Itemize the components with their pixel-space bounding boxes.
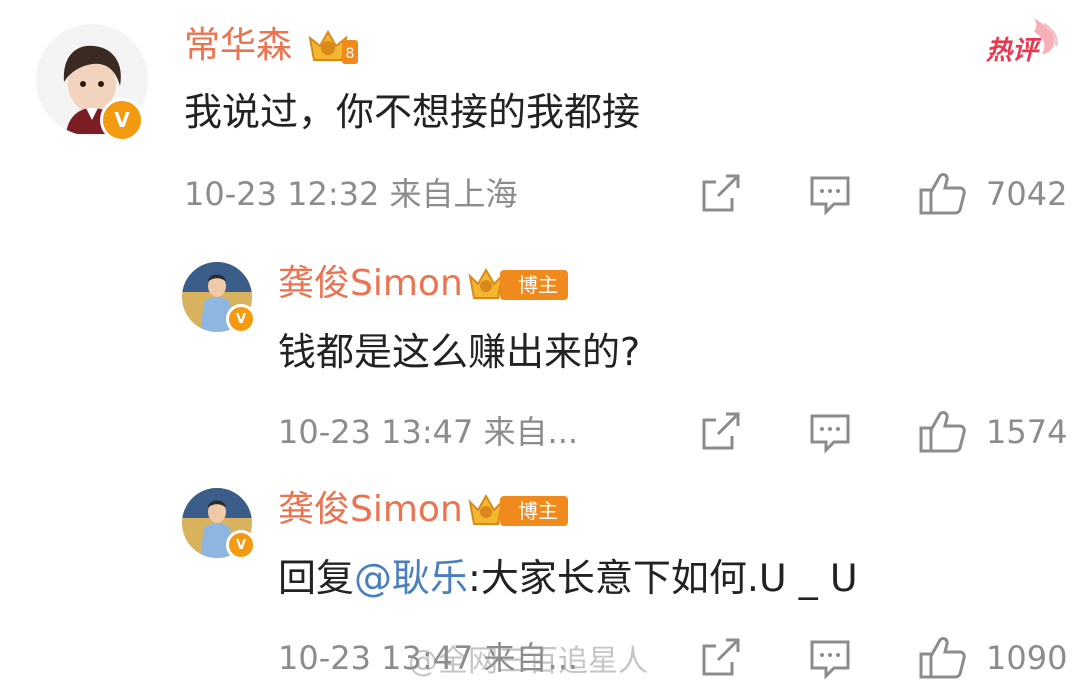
reply-time: 10-23 13:47 bbox=[278, 413, 474, 451]
watermark: @全网三百追星人 bbox=[408, 644, 648, 679]
reply-text: 回复@耿乐:大家长意下如何.ᑌ _ ᑌ bbox=[278, 556, 858, 600]
mention-link[interactable]: @耿乐 bbox=[354, 556, 468, 600]
like-icon[interactable] bbox=[918, 170, 966, 216]
comment-text: 我说过，你不想接的我都接 bbox=[184, 90, 641, 134]
reply-username[interactable]: 龚俊Simon bbox=[278, 490, 463, 530]
reply-username[interactable]: 龚俊Simon bbox=[278, 264, 463, 304]
share-icon[interactable] bbox=[698, 410, 742, 454]
share-icon[interactable] bbox=[698, 636, 742, 680]
crown-icon: 8 bbox=[308, 29, 358, 64]
reply-text: 钱都是这么赚出来的? bbox=[278, 330, 641, 374]
comment-location: 来自上海 bbox=[389, 175, 518, 213]
like-count: 1574 bbox=[986, 413, 1068, 451]
svg-text:8: 8 bbox=[346, 46, 355, 62]
reply-body: :大家长意下如何.ᑌ _ ᑌ bbox=[468, 556, 858, 600]
author-tag: 博主 bbox=[500, 270, 568, 300]
like-icon[interactable] bbox=[918, 408, 966, 454]
comment-icon[interactable] bbox=[808, 172, 852, 216]
verified-icon: V bbox=[100, 98, 144, 142]
hot-comment-label: 热评 bbox=[986, 36, 1039, 66]
verified-icon: V bbox=[226, 530, 256, 560]
like-count: 7042 bbox=[986, 175, 1068, 213]
comment-icon[interactable] bbox=[808, 636, 852, 680]
verified-icon: V bbox=[226, 304, 256, 334]
reply-prefix: 回复 bbox=[278, 556, 355, 600]
comment-icon[interactable] bbox=[808, 410, 852, 454]
comment-meta: 10-23 12:32 来自上海 bbox=[184, 174, 518, 214]
share-icon[interactable] bbox=[698, 172, 742, 216]
like-count: 1090 bbox=[986, 639, 1068, 677]
comment-time: 10-23 12:32 bbox=[184, 175, 380, 213]
hot-comment-badge: 热评 bbox=[982, 14, 1060, 66]
author-tag: 博主 bbox=[500, 496, 568, 526]
reply-location: 来自... bbox=[483, 413, 579, 451]
comment-username[interactable]: 常华森 bbox=[184, 26, 292, 66]
like-icon[interactable] bbox=[918, 634, 966, 680]
reply-meta: 10-23 13:47 来自... bbox=[278, 412, 578, 452]
